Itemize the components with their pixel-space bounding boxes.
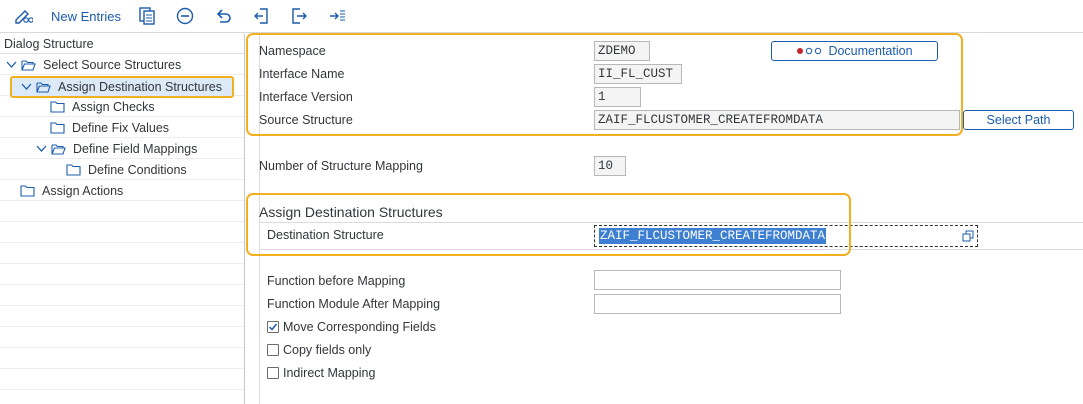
source-structure-label: Source Structure — [259, 113, 353, 127]
new-entries-button[interactable]: New Entries — [48, 5, 124, 27]
destination-structure-field[interactable]: ZAIF_FLCUSTOMER_CREATEFROMDATA — [594, 225, 978, 247]
export-icon[interactable] — [326, 5, 348, 27]
folder-icon — [20, 184, 35, 197]
documentation-button[interactable]: Documentation — [771, 41, 938, 61]
copy-icon[interactable] — [136, 5, 158, 27]
mapping-count-field[interactable]: 10 — [594, 156, 626, 176]
dialog-structure-header: Dialog Structure — [0, 34, 244, 54]
tree-item-label: Assign Actions — [42, 183, 124, 198]
tree-item-label: Define Conditions — [88, 162, 187, 177]
move-corresponding-label: Move Corresponding Fields — [283, 320, 436, 334]
tree-item-assign-actions[interactable]: Assign Actions — [20, 180, 123, 201]
section-separator — [259, 222, 1083, 223]
tree-item-select-source-structures[interactable]: Select Source Structures — [5, 54, 181, 75]
tree-item-label: Define Fix Values — [72, 120, 170, 135]
chevron-down-icon[interactable] — [35, 143, 47, 155]
documentation-label: Documentation — [828, 44, 913, 58]
pencil-glasses-icon[interactable] — [12, 5, 34, 27]
tree-row: Define Conditions — [0, 159, 244, 180]
tree-row: Assign Checks — [0, 96, 244, 117]
tree-row — [0, 243, 244, 264]
tree-item-label: Select Source Structures — [43, 57, 182, 72]
chevron-down-icon[interactable] — [5, 59, 17, 71]
copy-fields-label: Copy fields only — [283, 343, 372, 357]
tree-item-define-fix-values[interactable]: Define Fix Values — [50, 117, 169, 138]
tree-row: Assign Destination Structures — [0, 75, 244, 98]
tree-item-define-field-mappings[interactable]: Define Field Mappings — [35, 138, 197, 159]
copy-fields-checkbox[interactable] — [267, 344, 279, 356]
folder-icon — [66, 163, 81, 176]
tree-row — [0, 369, 244, 390]
undo-icon[interactable] — [212, 5, 234, 27]
tree-row — [0, 327, 244, 348]
select-path-button[interactable]: Select Path — [963, 110, 1074, 130]
tree-item-label: Define Field Mappings — [73, 141, 198, 156]
tree-row: Define Field Mappings — [0, 138, 244, 159]
select-path-label: Select Path — [986, 113, 1051, 127]
namespace-field[interactable]: ZDEMO — [594, 41, 650, 61]
checkmark-icon — [268, 323, 278, 331]
dialog-structure-panel: Dialog Structure Select Source Structure… — [0, 34, 245, 404]
select-all-icon[interactable] — [250, 5, 272, 27]
source-structure-field[interactable]: ZAIF_FLCUSTOMER_CREATEFROMDATA — [594, 110, 960, 130]
function-before-field[interactable] — [594, 270, 841, 290]
tree-row — [0, 264, 244, 285]
tree-row — [0, 285, 244, 306]
tree-item-define-conditions[interactable]: Define Conditions — [66, 159, 187, 180]
tree-row — [0, 222, 244, 243]
interface-version-label: Interface Version — [259, 90, 353, 104]
value-help-icon[interactable] — [962, 230, 974, 245]
tree-item-label: Assign Destination Structures — [58, 80, 222, 94]
folder-open-icon — [36, 81, 51, 93]
tree-row: Assign Actions — [0, 180, 244, 201]
deselect-icon[interactable] — [288, 5, 310, 27]
tree-row: Select Source Structures — [0, 54, 244, 75]
tree-row — [0, 201, 244, 222]
status-dots-icon — [796, 47, 822, 55]
function-after-field[interactable] — [594, 294, 841, 314]
folder-icon — [50, 121, 65, 134]
chevron-down-icon[interactable] — [20, 81, 32, 93]
destination-structure-value: ZAIF_FLCUSTOMER_CREATEFROMDATA — [599, 228, 827, 244]
delete-icon[interactable] — [174, 5, 196, 27]
folder-open-icon — [21, 59, 36, 71]
destination-structure-label: Destination Structure — [267, 228, 384, 242]
interface-name-label: Interface Name — [259, 67, 345, 81]
mapping-count-label: Number of Structure Mapping — [259, 159, 423, 173]
move-corresponding-checkbox[interactable] — [267, 321, 279, 333]
indirect-mapping-label: Indirect Mapping — [283, 366, 376, 380]
tree-item-assign-destination-structures[interactable]: Assign Destination Structures — [10, 76, 234, 98]
tree-row — [0, 306, 244, 327]
function-before-label: Function before Mapping — [267, 274, 406, 288]
tree-row — [0, 348, 244, 369]
row-separator — [259, 249, 1083, 250]
indirect-mapping-checkbox[interactable] — [267, 367, 279, 379]
function-after-label: Function Module After Mapping — [267, 297, 441, 311]
tree-item-label: Assign Checks — [72, 99, 155, 114]
interface-version-field[interactable]: 1 — [594, 87, 641, 107]
new-entries-label: New Entries — [50, 8, 122, 24]
tree-row: Define Fix Values — [0, 117, 244, 138]
folder-icon — [50, 100, 65, 113]
interface-name-field[interactable]: II_FL_CUST — [594, 64, 682, 84]
tree-item-assign-checks[interactable]: Assign Checks — [50, 96, 155, 117]
toolbar: New Entries — [0, 0, 1083, 33]
section-title: Assign Destination Structures — [259, 204, 443, 220]
folder-open-icon — [51, 143, 66, 155]
namespace-label: Namespace — [259, 44, 326, 58]
